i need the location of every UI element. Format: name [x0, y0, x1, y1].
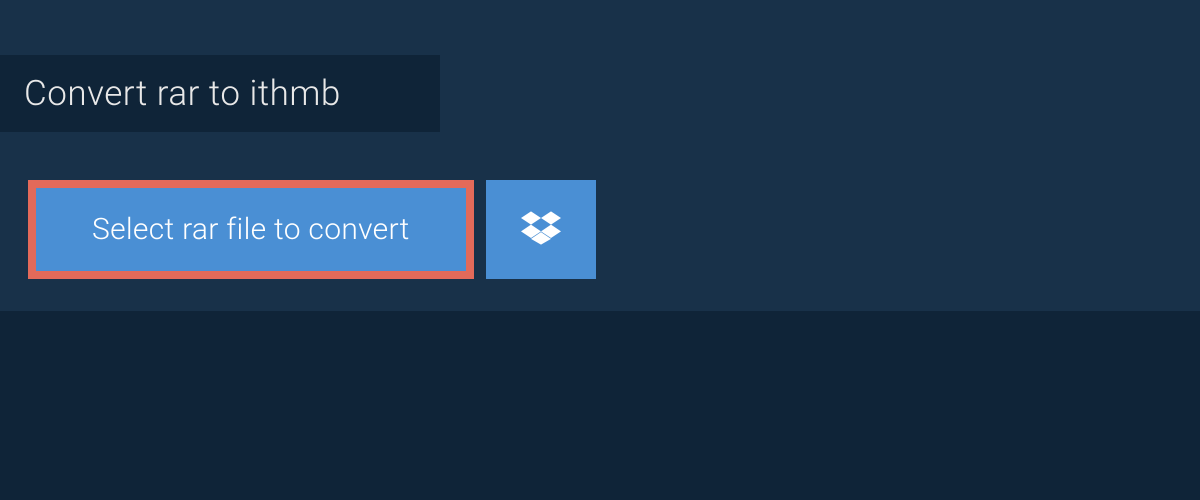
dropbox-button[interactable] — [486, 180, 596, 279]
select-file-button[interactable]: Select rar file to convert — [28, 180, 474, 279]
conversion-panel: Convert rar to ithmb Select rar file to … — [0, 0, 1200, 311]
file-select-row: Select rar file to convert — [28, 180, 596, 279]
dropbox-icon — [521, 208, 561, 251]
page-title: Convert rar to ithmb — [24, 73, 404, 114]
page-title-tab: Convert rar to ithmb — [0, 55, 440, 132]
